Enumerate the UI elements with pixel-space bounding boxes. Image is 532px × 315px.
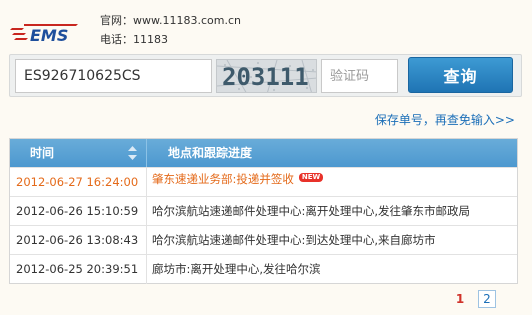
sort-icon[interactable]	[128, 146, 137, 160]
column-header-time: 时间	[30, 146, 55, 160]
save-number-link[interactable]: 保存单号，再查免输入>>	[375, 111, 515, 128]
cell-divider	[146, 255, 147, 284]
row-time: 2012-06-27 16:24:00	[16, 175, 139, 189]
site-header: EMS 官网：www.11183.com.cn 电话：11183	[0, 0, 532, 52]
row-time: 2012-06-25 20:39:51	[16, 262, 139, 276]
logo-text: EMS	[30, 26, 68, 45]
cell-divider	[146, 226, 147, 255]
row-time: 2012-06-26 15:10:59	[16, 204, 139, 218]
search-bar: 203111 查询	[9, 54, 522, 97]
cell-divider	[146, 197, 147, 226]
phone-text: 11183	[133, 33, 168, 46]
captcha-image[interactable]: 203111	[216, 59, 317, 93]
column-header-progress: 地点和跟踪进度	[168, 146, 253, 160]
phone-label: 电话：	[100, 33, 133, 46]
header-divider	[146, 139, 147, 167]
row-description: 廊坊市:离开处理中心,发往哈尔滨	[152, 262, 321, 276]
table-row: 2012-06-25 20:39:51 廊坊市:离开处理中心,发往哈尔滨	[10, 254, 517, 284]
page-link-2[interactable]: 2	[478, 290, 496, 308]
website-text: www.11183.com.cn	[133, 14, 241, 27]
table-row: 2012-06-26 15:10:59 哈尔滨航站速递邮件处理中心:离开处理中心…	[10, 196, 517, 226]
row-description: 哈尔滨航站速递邮件处理中心:离开处理中心,发往肇东市邮政局	[152, 204, 471, 218]
cell-divider	[146, 168, 147, 197]
row-description: 肇东速递业务部:投递并签收 NEW	[152, 168, 324, 190]
tracking-number-input[interactable]	[15, 59, 212, 93]
query-button[interactable]: 查询	[408, 57, 513, 93]
table-row: 2012-06-27 16:24:00 肇东速递业务部:投递并签收 NEW	[10, 167, 517, 197]
table-row: 2012-06-26 13:08:43 哈尔滨航站速递邮件处理中心:到达处理中心…	[10, 225, 517, 255]
captcha-digits: 203111	[222, 63, 309, 91]
contact-info: 官网：www.11183.com.cn 电话：11183	[100, 11, 241, 49]
website-label: 官网：	[100, 14, 133, 27]
row-time: 2012-06-26 13:08:43	[16, 233, 139, 247]
row-description-text: 肇东速递业务部:投递并签收	[152, 172, 294, 186]
row-description: 哈尔滨航站速递邮件处理中心:到达处理中心,来自廊坊市	[152, 233, 436, 247]
new-badge: NEW	[298, 173, 324, 182]
tracking-table: 时间 地点和跟踪进度 2012-06-27 16:24:00 肇东速递业务部:投…	[9, 138, 518, 284]
captcha-input[interactable]	[321, 59, 398, 93]
table-header: 时间 地点和跟踪进度	[10, 139, 517, 167]
ems-logo: EMS	[10, 20, 80, 46]
page-current: 1	[455, 292, 465, 306]
